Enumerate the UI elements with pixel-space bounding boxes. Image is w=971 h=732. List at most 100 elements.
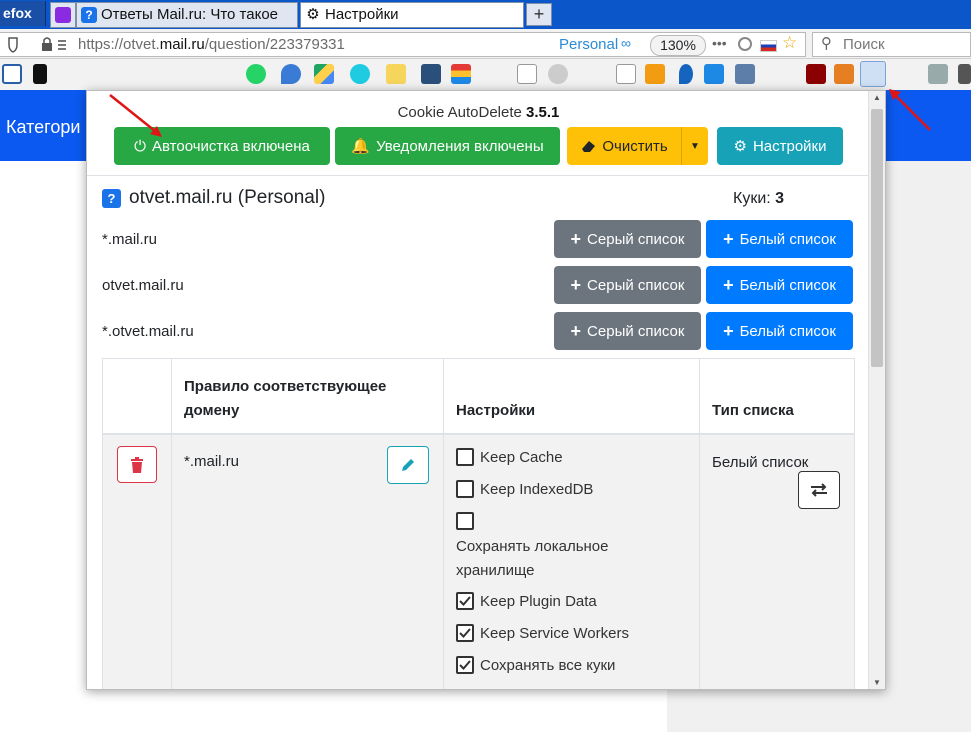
- water-drop-icon[interactable]: [679, 64, 693, 84]
- tab-settings[interactable]: ⚙ Настройки: [300, 2, 524, 28]
- stripes-icon[interactable]: [451, 64, 471, 84]
- pocket-icon[interactable]: [738, 37, 752, 51]
- setting-label: Сохранять локальное хранилище: [456, 538, 609, 579]
- subdomain-label: otvet.mail.ru: [102, 277, 184, 294]
- subdomain-label: *.mail.ru: [102, 231, 158, 248]
- settings-button[interactable]: ⚙ Настройки: [717, 127, 843, 165]
- setting-keep-indexeddb[interactable]: Keep IndexedDB: [456, 480, 593, 498]
- column-divider: [854, 359, 855, 689]
- clock-icon[interactable]: [548, 64, 568, 84]
- setting-keep-cache[interactable]: Keep Cache: [456, 448, 563, 466]
- notes-icon[interactable]: [386, 64, 406, 84]
- plus-icon: +: [570, 320, 582, 341]
- edit-rule-button[interactable]: [387, 446, 429, 484]
- checkbox-checked[interactable]: [456, 592, 474, 610]
- notifications-toggle-button[interactable]: 🔔 Уведомления включены: [335, 127, 560, 165]
- current-domain: ? otvet.mail.ru (Personal): [102, 187, 325, 209]
- url-text: https://otvet.mail.ru/question/223379331: [78, 36, 345, 53]
- rss-icon[interactable]: [645, 64, 665, 84]
- bell-icon: 🔔: [351, 138, 371, 155]
- drop-icon[interactable]: [281, 64, 301, 84]
- add-whitelist-button[interactable]: + Белый список: [706, 266, 853, 304]
- tab-label: Настройки: [325, 6, 399, 23]
- search-icon: ⚲: [821, 35, 832, 52]
- checkbox-checked[interactable]: [456, 656, 474, 674]
- popup-scrollbar[interactable]: ▲ ▼: [868, 91, 885, 689]
- sidebar-icon[interactable]: [2, 64, 22, 84]
- add-whitelist-button[interactable]: + Белый список: [706, 312, 853, 350]
- rules-table: Правило соответствующее домену Настройки…: [102, 358, 855, 689]
- clean-button[interactable]: Очистить: [567, 127, 681, 165]
- delete-rule-button[interactable]: [117, 446, 157, 483]
- add-greylist-button[interactable]: + Серый список: [554, 266, 701, 304]
- check-icon: [459, 596, 471, 606]
- scroll-down-icon[interactable]: ▼: [873, 678, 881, 687]
- add-greylist-button[interactable]: + Серый список: [554, 312, 701, 350]
- google-drive-icon[interactable]: [314, 64, 334, 84]
- plus-icon: +: [723, 274, 734, 295]
- extension-badge-icon[interactable]: [834, 64, 854, 84]
- extension-p-icon[interactable]: [350, 64, 370, 84]
- firefox-menu-button[interactable]: efox: [0, 1, 46, 26]
- zoom-indicator[interactable]: 130%: [650, 35, 706, 56]
- pencil-icon: [402, 459, 414, 471]
- scroll-up-icon[interactable]: ▲: [873, 93, 881, 102]
- whatsapp-icon[interactable]: [246, 64, 266, 84]
- new-tab-button[interactable]: +: [526, 3, 552, 26]
- autoclean-toggle-button[interactable]: ⏻ Автоочистка включена: [114, 127, 330, 165]
- bookmark-manager-icon[interactable]: [421, 64, 441, 84]
- gmail-icon[interactable]: [616, 64, 636, 84]
- add-greylist-button[interactable]: + Серый список: [554, 220, 701, 258]
- ublock-icon[interactable]: [806, 64, 826, 84]
- check-icon: [459, 628, 471, 638]
- table-header-rule: Правило соответствующее домену: [171, 359, 443, 433]
- gear-icon: ⚙: [306, 6, 320, 23]
- tab-pinned[interactable]: [50, 2, 76, 28]
- more-actions-icon[interactable]: •••: [712, 35, 727, 51]
- setting-keep-localstorage[interactable]: [456, 512, 474, 530]
- column-divider: [699, 359, 700, 689]
- eraser-icon: [582, 141, 596, 152]
- url-field[interactable]: https://otvet.mail.ru/question/223379331…: [0, 32, 806, 57]
- search-input[interactable]: ⚲ Поиск: [812, 32, 971, 57]
- russian-flag-icon[interactable]: [760, 40, 777, 52]
- tab-otvet-mail[interactable]: ? Ответы Mail.ru: Что такое: [76, 2, 298, 28]
- switch-list-type-button[interactable]: [798, 471, 840, 509]
- checkbox-checked[interactable]: [456, 624, 474, 642]
- bookmark-star-icon[interactable]: ☆: [782, 33, 797, 53]
- mask-icon[interactable]: [928, 64, 948, 84]
- plus-icon: +: [723, 320, 734, 341]
- table-header-settings: Настройки: [443, 359, 699, 433]
- checkbox[interactable]: [456, 512, 474, 530]
- checkbox[interactable]: [456, 480, 474, 498]
- categories-menu[interactable]: Категори: [6, 117, 80, 138]
- rule-expression: *.mail.ru: [184, 453, 240, 470]
- download-icon[interactable]: [704, 64, 724, 84]
- table-header-actions: [102, 359, 171, 433]
- cookie-autodelete-popup: Cookie AutoDelete 3.5.1 ⏻ Автоочистка вк…: [86, 90, 886, 690]
- column-divider: [443, 359, 444, 689]
- setting-keep-all-cookies[interactable]: Сохранять все куки: [456, 656, 615, 674]
- checkbox[interactable]: [456, 448, 474, 466]
- setting-keep-service-workers[interactable]: Keep Service Workers: [456, 624, 629, 642]
- cookie-count: Куки: 3: [733, 190, 785, 207]
- arrow-down-icon[interactable]: [735, 64, 755, 84]
- column-divider: [171, 359, 172, 689]
- divider: [87, 175, 870, 176]
- phone-icon[interactable]: [33, 64, 47, 84]
- subdomain-label: *.otvet.mail.ru: [102, 323, 194, 340]
- add-whitelist-button[interactable]: + Белый список: [706, 220, 853, 258]
- cookie-autodelete-icon[interactable]: [860, 61, 886, 87]
- setting-keep-plugin-data[interactable]: Keep Plugin Data: [456, 592, 597, 610]
- plus-icon: +: [570, 274, 582, 295]
- scroll-thumb[interactable]: [871, 109, 883, 367]
- plus-icon: +: [723, 228, 734, 249]
- overflow-icon[interactable]: [958, 64, 971, 84]
- clean-dropdown-button[interactable]: ▼: [681, 127, 708, 165]
- check-icon: [459, 660, 471, 670]
- persona-label[interactable]: Personal: [559, 36, 618, 53]
- list-type-value: Белый список: [712, 454, 809, 471]
- clipboard-icon[interactable]: [517, 64, 537, 84]
- table-header-list-type: Тип списка: [699, 359, 855, 433]
- popup-title: Cookie AutoDelete 3.5.1: [397, 104, 560, 121]
